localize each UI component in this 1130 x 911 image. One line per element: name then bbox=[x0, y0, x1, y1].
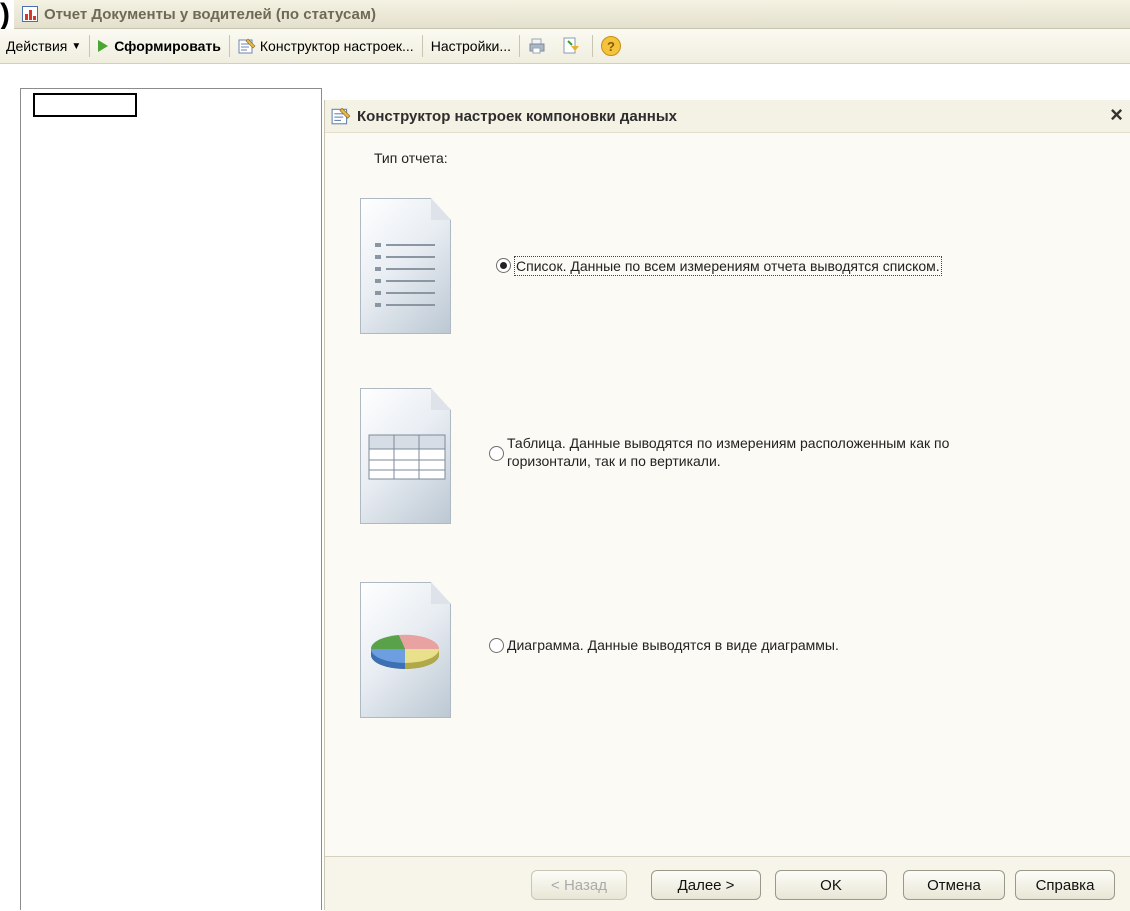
print-icon bbox=[529, 38, 545, 54]
toolbar-separator bbox=[228, 35, 230, 57]
settings-tree-panel bbox=[20, 88, 322, 910]
dialog-footer: < Назад Далее > OK Отмена Справка bbox=[325, 856, 1130, 911]
help-toolbar-button[interactable]: ? bbox=[595, 33, 627, 59]
dialog-header: Конструктор настроек компоновки данных × bbox=[325, 100, 1130, 133]
back-button[interactable]: < Назад bbox=[531, 870, 627, 900]
dialog-title: Конструктор настроек компоновки данных bbox=[357, 107, 678, 125]
constructor-icon bbox=[331, 107, 351, 125]
window-title: Отчет Документы у водителей (по статусам… bbox=[44, 5, 376, 23]
play-icon bbox=[98, 40, 109, 52]
actions-label: Действия bbox=[6, 38, 68, 54]
chevron-down-icon: ▼ bbox=[71, 40, 82, 52]
toolbar-separator bbox=[89, 35, 91, 57]
export-button[interactable] bbox=[556, 33, 590, 59]
close-icon[interactable]: × bbox=[1110, 102, 1123, 128]
tree-item-selected[interactable] bbox=[33, 93, 137, 117]
radio-button[interactable] bbox=[489, 638, 504, 653]
radio-button[interactable] bbox=[489, 446, 504, 461]
report-type-label: Тип отчета: bbox=[374, 150, 448, 166]
ok-button[interactable]: OK bbox=[775, 870, 887, 900]
toolbar-separator bbox=[519, 35, 521, 57]
report-icon bbox=[22, 6, 38, 22]
radio-button-checked[interactable] bbox=[496, 258, 511, 273]
radio-option-list[interactable]: Список. Данные по всем измерениям отчета… bbox=[496, 256, 942, 276]
radio-option-chart[interactable]: Диаграмма. Данные выводятся в виде диагр… bbox=[489, 636, 839, 654]
constructor-button[interactable]: Конструктор настроек... bbox=[232, 33, 420, 59]
main-toolbar: Действия ▼ Сформировать Конструктор наст… bbox=[0, 29, 1130, 64]
constructor-dialog: Конструктор настроек компоновки данных ×… bbox=[324, 100, 1130, 911]
constructor-label: Конструктор настроек... bbox=[259, 38, 414, 54]
toolbar-separator bbox=[421, 35, 423, 57]
option-table-label-line1: Таблица. Данные выводятся по измерениям … bbox=[507, 435, 950, 451]
constructor-icon bbox=[238, 38, 256, 54]
clipped-heading-fragment: ) bbox=[0, 0, 10, 31]
next-button[interactable]: Далее > bbox=[651, 870, 761, 900]
settings-button[interactable]: Настройки... bbox=[425, 33, 517, 59]
cancel-button[interactable]: Отмена bbox=[903, 870, 1005, 900]
help-icon: ? bbox=[601, 36, 622, 56]
help-button[interactable]: Справка bbox=[1015, 870, 1115, 900]
generate-label: Сформировать bbox=[114, 38, 221, 54]
radio-option-table[interactable]: Таблица. Данные выводятся по измерениям … bbox=[489, 434, 949, 470]
toolbar-separator bbox=[592, 35, 594, 57]
settings-label: Настройки... bbox=[430, 38, 512, 54]
print-button[interactable] bbox=[522, 33, 556, 59]
generate-button[interactable]: Сформировать bbox=[92, 33, 227, 59]
report-type-option-chart: Диаграмма. Данные выводятся в виде диагр… bbox=[325, 578, 1130, 738]
option-list-label: Список. Данные по всем измерениям отчета… bbox=[514, 256, 942, 276]
option-table-label-line2: горизонтали, так и по вертикали. bbox=[507, 453, 721, 469]
export-icon bbox=[563, 37, 580, 54]
report-type-option-table: Таблица. Данные выводятся по измерениям … bbox=[325, 384, 1130, 544]
actions-menu-button[interactable]: Действия ▼ bbox=[0, 33, 87, 59]
window-titlebar: Отчет Документы у водителей (по статусам… bbox=[14, 0, 1130, 29]
report-type-option-list: Список. Данные по всем измерениям отчета… bbox=[325, 188, 1130, 348]
option-chart-label: Диаграмма. Данные выводятся в виде диагр… bbox=[507, 637, 839, 653]
